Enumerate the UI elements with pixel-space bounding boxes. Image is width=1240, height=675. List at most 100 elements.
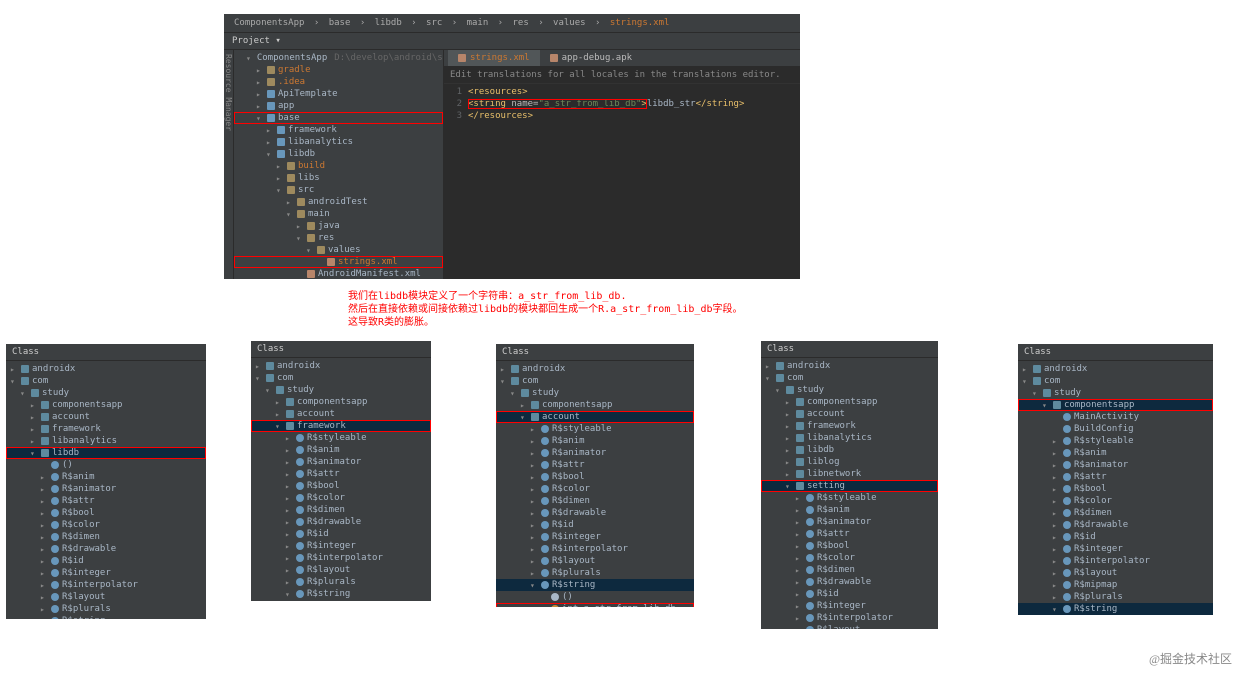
tree-node[interactable]: R$mipmap bbox=[1018, 579, 1213, 591]
tree-node[interactable]: componentsapp bbox=[251, 396, 431, 408]
expand-icon[interactable] bbox=[785, 410, 793, 419]
tree-node[interactable]: R$anim bbox=[1018, 447, 1213, 459]
tree-node[interactable]: R$attr bbox=[6, 495, 206, 507]
tree-node[interactable]: .idea bbox=[234, 76, 443, 88]
expand-icon[interactable] bbox=[530, 449, 538, 458]
expand-icon[interactable] bbox=[296, 222, 304, 231]
tool-window-bar[interactable]: Resource Manager bbox=[224, 50, 234, 279]
tree-node[interactable]: R$dimen bbox=[761, 564, 938, 576]
tree-node[interactable]: com bbox=[1018, 375, 1213, 387]
tree-node[interactable]: R$layout bbox=[6, 591, 206, 603]
expand-icon[interactable] bbox=[1052, 533, 1060, 542]
expand-icon[interactable] bbox=[266, 126, 274, 135]
expand-icon[interactable] bbox=[1052, 509, 1060, 518]
expand-icon[interactable] bbox=[30, 449, 38, 458]
tree-node[interactable]: R$bool bbox=[496, 471, 694, 483]
tree-node[interactable]: int a_str_from_lib_db bbox=[496, 603, 694, 607]
expand-icon[interactable] bbox=[785, 422, 793, 431]
expand-icon[interactable] bbox=[285, 566, 293, 575]
expand-icon[interactable] bbox=[30, 425, 38, 434]
expand-icon[interactable] bbox=[255, 374, 263, 383]
tree-node[interactable]: R$string bbox=[1018, 603, 1213, 615]
tree-node[interactable]: R$interpolator bbox=[251, 552, 431, 564]
tree-node[interactable]: libdb bbox=[234, 148, 443, 160]
expand-icon[interactable] bbox=[530, 473, 538, 482]
expand-icon[interactable] bbox=[1052, 497, 1060, 506]
tree-node[interactable]: gradle bbox=[234, 64, 443, 76]
tree-node[interactable]: R$styleable bbox=[251, 432, 431, 444]
crumb[interactable]: libdb bbox=[375, 18, 402, 28]
tree-node[interactable]: R$id bbox=[761, 588, 938, 600]
class-tab[interactable]: Class bbox=[6, 344, 206, 361]
expand-icon[interactable] bbox=[530, 581, 538, 590]
expand-icon[interactable] bbox=[785, 398, 793, 407]
expand-icon[interactable] bbox=[1052, 521, 1060, 530]
tree-node[interactable]: com bbox=[6, 375, 206, 387]
expand-icon[interactable] bbox=[40, 497, 48, 506]
class-tab[interactable]: Class bbox=[496, 344, 694, 361]
tree-node[interactable]: setting bbox=[761, 480, 938, 492]
tree-node[interactable]: account bbox=[6, 411, 206, 423]
tree-node[interactable]: R$anim bbox=[251, 444, 431, 456]
tree-node[interactable]: R$animator bbox=[6, 483, 206, 495]
tree-node[interactable]: R$drawable bbox=[496, 507, 694, 519]
project-dropdown[interactable]: Project ▾ bbox=[232, 36, 281, 46]
expand-icon[interactable] bbox=[795, 566, 803, 575]
expand-icon[interactable] bbox=[266, 138, 274, 147]
expand-icon[interactable] bbox=[285, 470, 293, 479]
expand-icon[interactable] bbox=[285, 446, 293, 455]
code-line[interactable]: 2 <string name="a_str_from_lib_db">libdb… bbox=[444, 98, 800, 110]
expand-icon[interactable] bbox=[40, 593, 48, 602]
expand-icon[interactable] bbox=[510, 389, 518, 398]
tree-node[interactable]: componentsapp bbox=[761, 396, 938, 408]
code-area[interactable]: 1<resources>2 <string name="a_str_from_l… bbox=[444, 84, 800, 124]
tree-node[interactable]: R$color bbox=[251, 492, 431, 504]
expand-icon[interactable] bbox=[520, 401, 528, 410]
code-line[interactable]: 3</resources> bbox=[444, 110, 800, 122]
tree-node[interactable]: framework bbox=[6, 423, 206, 435]
tree-node[interactable]: R$styleable bbox=[1018, 435, 1213, 447]
tree-node[interactable]: framework bbox=[761, 420, 938, 432]
expand-icon[interactable] bbox=[285, 542, 293, 551]
tree-node[interactable]: R$color bbox=[1018, 495, 1213, 507]
class-view-account[interactable]: Classandroidxcomstudycomponentsappaccoun… bbox=[496, 344, 694, 607]
expand-icon[interactable] bbox=[795, 542, 803, 551]
expand-icon[interactable] bbox=[1052, 605, 1060, 614]
expand-icon[interactable] bbox=[795, 602, 803, 611]
expand-icon[interactable] bbox=[10, 365, 18, 374]
class-view-libdb[interactable]: Classandroidxcomstudycomponentsappaccoun… bbox=[6, 344, 206, 619]
expand-icon[interactable] bbox=[1052, 461, 1060, 470]
expand-icon[interactable] bbox=[500, 377, 508, 386]
tree-node[interactable]: R$drawable bbox=[251, 516, 431, 528]
expand-icon[interactable] bbox=[255, 362, 263, 371]
tree-node[interactable]: libanalytics bbox=[761, 432, 938, 444]
expand-icon[interactable] bbox=[40, 545, 48, 554]
tree-node[interactable]: account bbox=[496, 411, 694, 423]
tree-node[interactable]: androidTest bbox=[234, 196, 443, 208]
tree-node[interactable]: study bbox=[761, 384, 938, 396]
tree-node[interactable]: R$interpolator bbox=[761, 612, 938, 624]
expand-icon[interactable] bbox=[1052, 581, 1060, 590]
tree-node[interactable]: R$id bbox=[1018, 531, 1213, 543]
editor-tab[interactable]: strings.xml bbox=[448, 50, 540, 66]
expand-icon[interactable] bbox=[256, 78, 264, 87]
tree-node[interactable]: AndroidManifest.xml bbox=[234, 268, 443, 279]
tree-node[interactable]: componentsapp bbox=[6, 399, 206, 411]
expand-icon[interactable] bbox=[40, 617, 48, 620]
crumb[interactable]: main bbox=[467, 18, 489, 28]
expand-icon[interactable] bbox=[795, 626, 803, 630]
tree-node[interactable]: R$layout bbox=[1018, 567, 1213, 579]
expand-icon[interactable] bbox=[30, 437, 38, 446]
tree-node[interactable]: com bbox=[251, 372, 431, 384]
tree-node[interactable]: R$bool bbox=[6, 507, 206, 519]
tree-node[interactable]: androidx bbox=[1018, 363, 1213, 375]
class-view-framework[interactable]: Classandroidxcomstudycomponentsappaccoun… bbox=[251, 341, 431, 601]
expand-icon[interactable] bbox=[795, 518, 803, 527]
tree-node[interactable]: build bbox=[234, 160, 443, 172]
tree-node[interactable]: libanalytics bbox=[234, 136, 443, 148]
tree-node[interactable]: componentsapp bbox=[1018, 399, 1213, 411]
tree-node[interactable]: R$plurals bbox=[251, 576, 431, 588]
expand-icon[interactable] bbox=[265, 386, 273, 395]
crumb[interactable]: src bbox=[426, 18, 442, 28]
expand-icon[interactable] bbox=[40, 473, 48, 482]
